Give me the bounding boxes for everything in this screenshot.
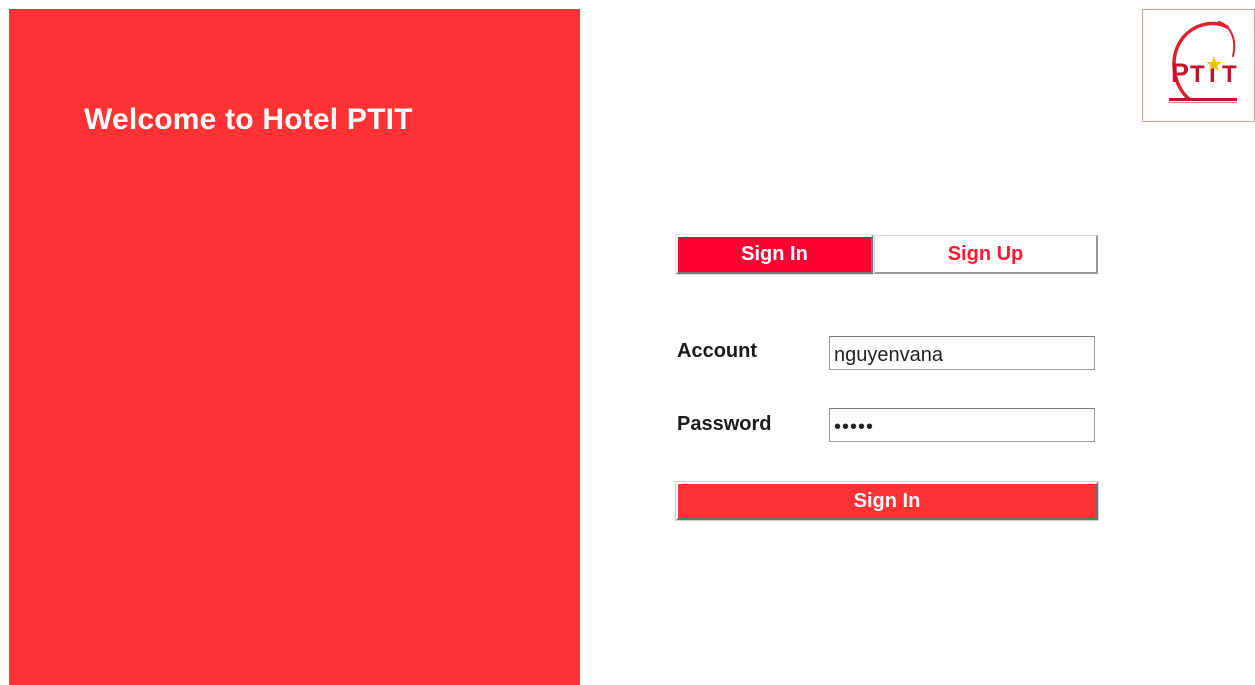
password-input[interactable] — [829, 408, 1095, 442]
account-input[interactable] — [829, 336, 1095, 370]
logo-letter-p: P — [1171, 58, 1189, 88]
ptit-logo-icon: P T I T — [1169, 21, 1237, 103]
ptit-logo: P T I T — [1142, 9, 1255, 122]
logo-letter-t-2: T — [1222, 61, 1237, 88]
logo-letter-t: T — [1190, 61, 1205, 88]
sign-in-button[interactable]: Sign In — [675, 481, 1099, 521]
welcome-panel: Welcome to Hotel PTIT — [9, 9, 580, 685]
password-label: Password — [677, 413, 772, 435]
welcome-title: Welcome to Hotel PTIT — [84, 103, 413, 136]
tab-sign-up[interactable]: Sign Up — [874, 235, 1098, 274]
account-label: Account — [677, 340, 757, 362]
tab-sign-in[interactable]: Sign In — [675, 234, 874, 275]
